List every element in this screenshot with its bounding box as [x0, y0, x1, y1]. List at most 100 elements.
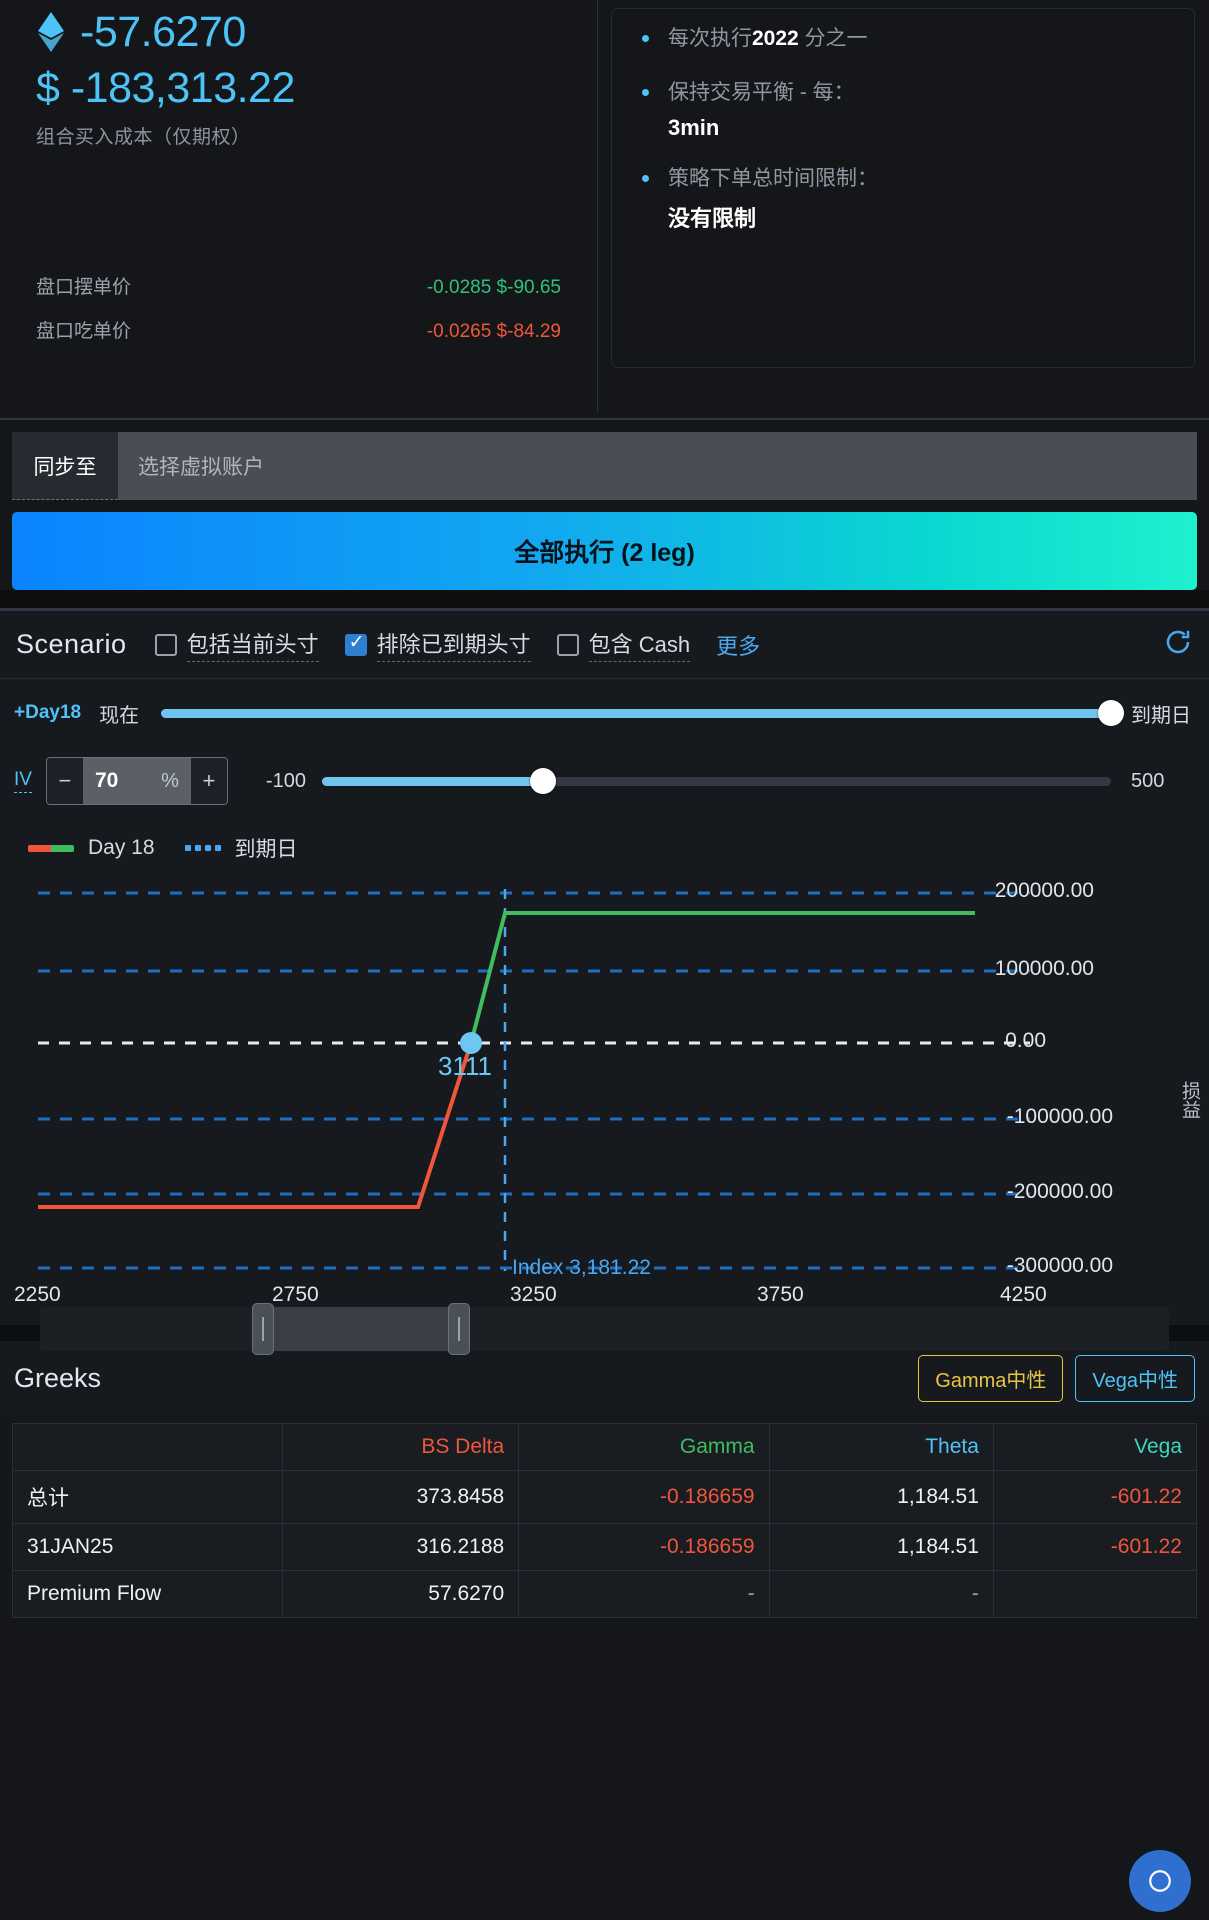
iv-slider-knob[interactable] — [529, 768, 556, 794]
iv-slider-track[interactable] — [321, 768, 1111, 794]
execute-all-button[interactable]: 全部执行 (2 leg) — [12, 512, 1197, 590]
col-name — [12, 1423, 283, 1471]
iv-slider[interactable] — [321, 766, 1111, 796]
iv-unit: % — [161, 769, 179, 792]
chart-range-handle-left[interactable] — [252, 1303, 274, 1355]
legend-dotted-swatch — [184, 845, 221, 851]
legend-line-swatch — [28, 844, 74, 852]
list-item: 策略下单总时间限制： 没有限制 — [634, 163, 1172, 233]
bullet-value-2: 没有限制 — [668, 206, 757, 231]
cell-vega: -601.22 — [992, 1470, 1198, 1524]
virtual-account-placeholder: 选择虚拟账户 — [138, 456, 264, 479]
list-item: 保持交易平衡 - 每： 3min — [634, 77, 1172, 141]
quote-value: -0.0265 $-84.29 — [426, 321, 561, 342]
table-row: Premium Flow 57.6270 - - — [12, 1570, 1198, 1618]
section-divider — [0, 418, 1209, 420]
chart-range-selection[interactable] — [260, 1307, 460, 1351]
breakeven-label: 3111 — [438, 1051, 492, 1081]
scenario-header: Scenario 包括当前头寸 排除已到期头寸 包含 Cash 更多 — [0, 611, 1209, 679]
row-label: Premium Flow — [12, 1570, 283, 1618]
col-theta: Theta — [768, 1423, 994, 1471]
y-tick-label: 200000.00 — [994, 879, 1094, 902]
chart-range-scrollbar[interactable] — [40, 1303, 1169, 1355]
payoff-line-loss — [38, 1042, 473, 1209]
cost-panel: -57.6270 $ -183,313.22 组合买入成本（仅期权） 盘口摆单价… — [0, 0, 597, 418]
table-row: 31JAN25 316.2188 -0.186659 1,184.51 -601… — [12, 1523, 1198, 1571]
iv-decrement-button[interactable]: − — [46, 758, 83, 804]
cell-delta: 373.8458 — [281, 1470, 520, 1524]
usd-cost-value: $ -183,313.22 — [36, 64, 295, 112]
eth-cost-value: -57.6270 — [80, 8, 246, 56]
app-screen: -57.6270 $ -183,313.22 组合买入成本（仅期权） 盘口摆单价… — [0, 0, 1209, 1920]
cell-theta: 1,184.51 — [768, 1470, 994, 1524]
checkbox-label: 包括当前头寸 — [186, 627, 319, 662]
cell-gamma: - — [518, 1570, 770, 1618]
checkbox-box[interactable] — [344, 632, 367, 656]
bullet-value-1: 3min — [668, 115, 720, 140]
iv-max-label: 500 — [1131, 769, 1165, 792]
day-slider-track[interactable] — [161, 700, 1124, 726]
table-row: 总计 373.8458 -0.186659 1,184.51 -601.22 — [12, 1470, 1198, 1524]
iv-label: IV — [14, 769, 32, 793]
day-end-label: 到期日 — [1131, 704, 1191, 727]
day-tag: +Day18 — [14, 702, 82, 723]
chart-range-handle-right[interactable] — [448, 1303, 470, 1355]
iv-slider-fill — [321, 776, 543, 786]
checkbox-label: 包含 Cash — [588, 627, 691, 662]
x-tick-label: 2250 — [14, 1283, 61, 1306]
payoff-chart: Day 18 到期日 200000.00 100000.00 0.00 -100… — [0, 825, 1209, 1355]
checkbox-include-current[interactable]: 包括当前头寸 — [154, 627, 319, 662]
cell-vega — [992, 1570, 1198, 1618]
bullet-text-0: 每次执行2022 分之一 — [668, 27, 868, 50]
checkbox-include-cash[interactable]: 包含 Cash — [556, 627, 691, 662]
help-fab-button[interactable] — [1129, 1850, 1191, 1912]
strategy-box: 每次执行2022 分之一 保持交易平衡 - 每： 3min 策略下单总时间限制：… — [611, 8, 1195, 368]
quote-row: 盘口摆单价 -0.0285 $-90.65 — [36, 272, 561, 299]
legend-line-label: Day 18 — [88, 836, 155, 859]
virtual-account-select[interactable]: 选择虚拟账户 — [118, 432, 1197, 500]
x-tick-label: 3250 — [510, 1283, 557, 1306]
quote-value: -0.0285 $-90.65 — [426, 277, 561, 298]
bullet-text-1: 保持交易平衡 - 每： — [668, 81, 855, 104]
x-tick-label: 4250 — [1000, 1283, 1047, 1306]
iv-value-field[interactable]: 70 % — [83, 758, 191, 804]
chart-plot-area: 200000.00 100000.00 0.00 -100000.00 -200… — [0, 871, 1209, 1306]
spacer — [0, 590, 1209, 608]
day-slider-row: +Day18 现在 到期日 — [0, 679, 1209, 747]
row-label: 31JAN25 — [12, 1523, 283, 1571]
greeks-table: BS Delta Gamma Theta Vega 总计 373.8458 -0… — [12, 1423, 1198, 1618]
cell-delta: 57.6270 — [281, 1570, 520, 1618]
y-tick-label: -300000.00 — [1006, 1254, 1113, 1277]
legend-dotted-label: 到期日 — [234, 838, 298, 861]
status-badge-vega-neutral[interactable]: Vega中性 — [1075, 1354, 1195, 1402]
day-slider[interactable] — [161, 698, 1124, 728]
status-badge-gamma-neutral[interactable]: Gamma中性 — [918, 1354, 1064, 1402]
day-slider-knob[interactable] — [1098, 700, 1124, 726]
index-annotation: Index 3,181.22 — [512, 1256, 651, 1279]
greeks-title: Greeks — [14, 1362, 102, 1393]
cell-theta: 1,184.51 — [768, 1523, 994, 1571]
iv-increment-button[interactable]: + — [190, 758, 227, 804]
x-tick-label: 2750 — [272, 1283, 319, 1306]
cell-vega: -601.22 — [992, 1523, 1198, 1571]
cell-theta: - — [768, 1570, 994, 1618]
col-bs-delta: BS Delta — [281, 1423, 520, 1471]
checkbox-exclude-expired[interactable]: 排除已到期头寸 — [344, 627, 531, 662]
day-slider-fill — [161, 708, 1111, 718]
cell-gamma: -0.186659 — [518, 1470, 770, 1524]
col-gamma: Gamma — [518, 1423, 770, 1471]
iv-stepper[interactable]: − 70 % + — [45, 757, 228, 805]
checkbox-box[interactable] — [154, 633, 177, 656]
iv-min-label: -100 — [265, 769, 306, 792]
more-link[interactable]: 更多 — [716, 629, 760, 661]
list-item: 每次执行2022 分之一 — [634, 23, 1172, 55]
checkbox-box[interactable] — [556, 633, 579, 656]
day-start-label: 现在 — [99, 704, 140, 727]
cell-delta: 316.2188 — [281, 1523, 520, 1571]
sync-to-label: 同步至 — [12, 432, 118, 500]
refresh-icon[interactable] — [1163, 627, 1193, 662]
strategy-panel: 每次执行2022 分之一 保持交易平衡 - 每： 3min 策略下单总时间限制：… — [597, 0, 1209, 418]
ethereum-diamond-icon — [36, 10, 66, 54]
y-tick-label: 100000.00 — [994, 957, 1094, 980]
chart-legend: Day 18 到期日 — [0, 825, 1209, 871]
